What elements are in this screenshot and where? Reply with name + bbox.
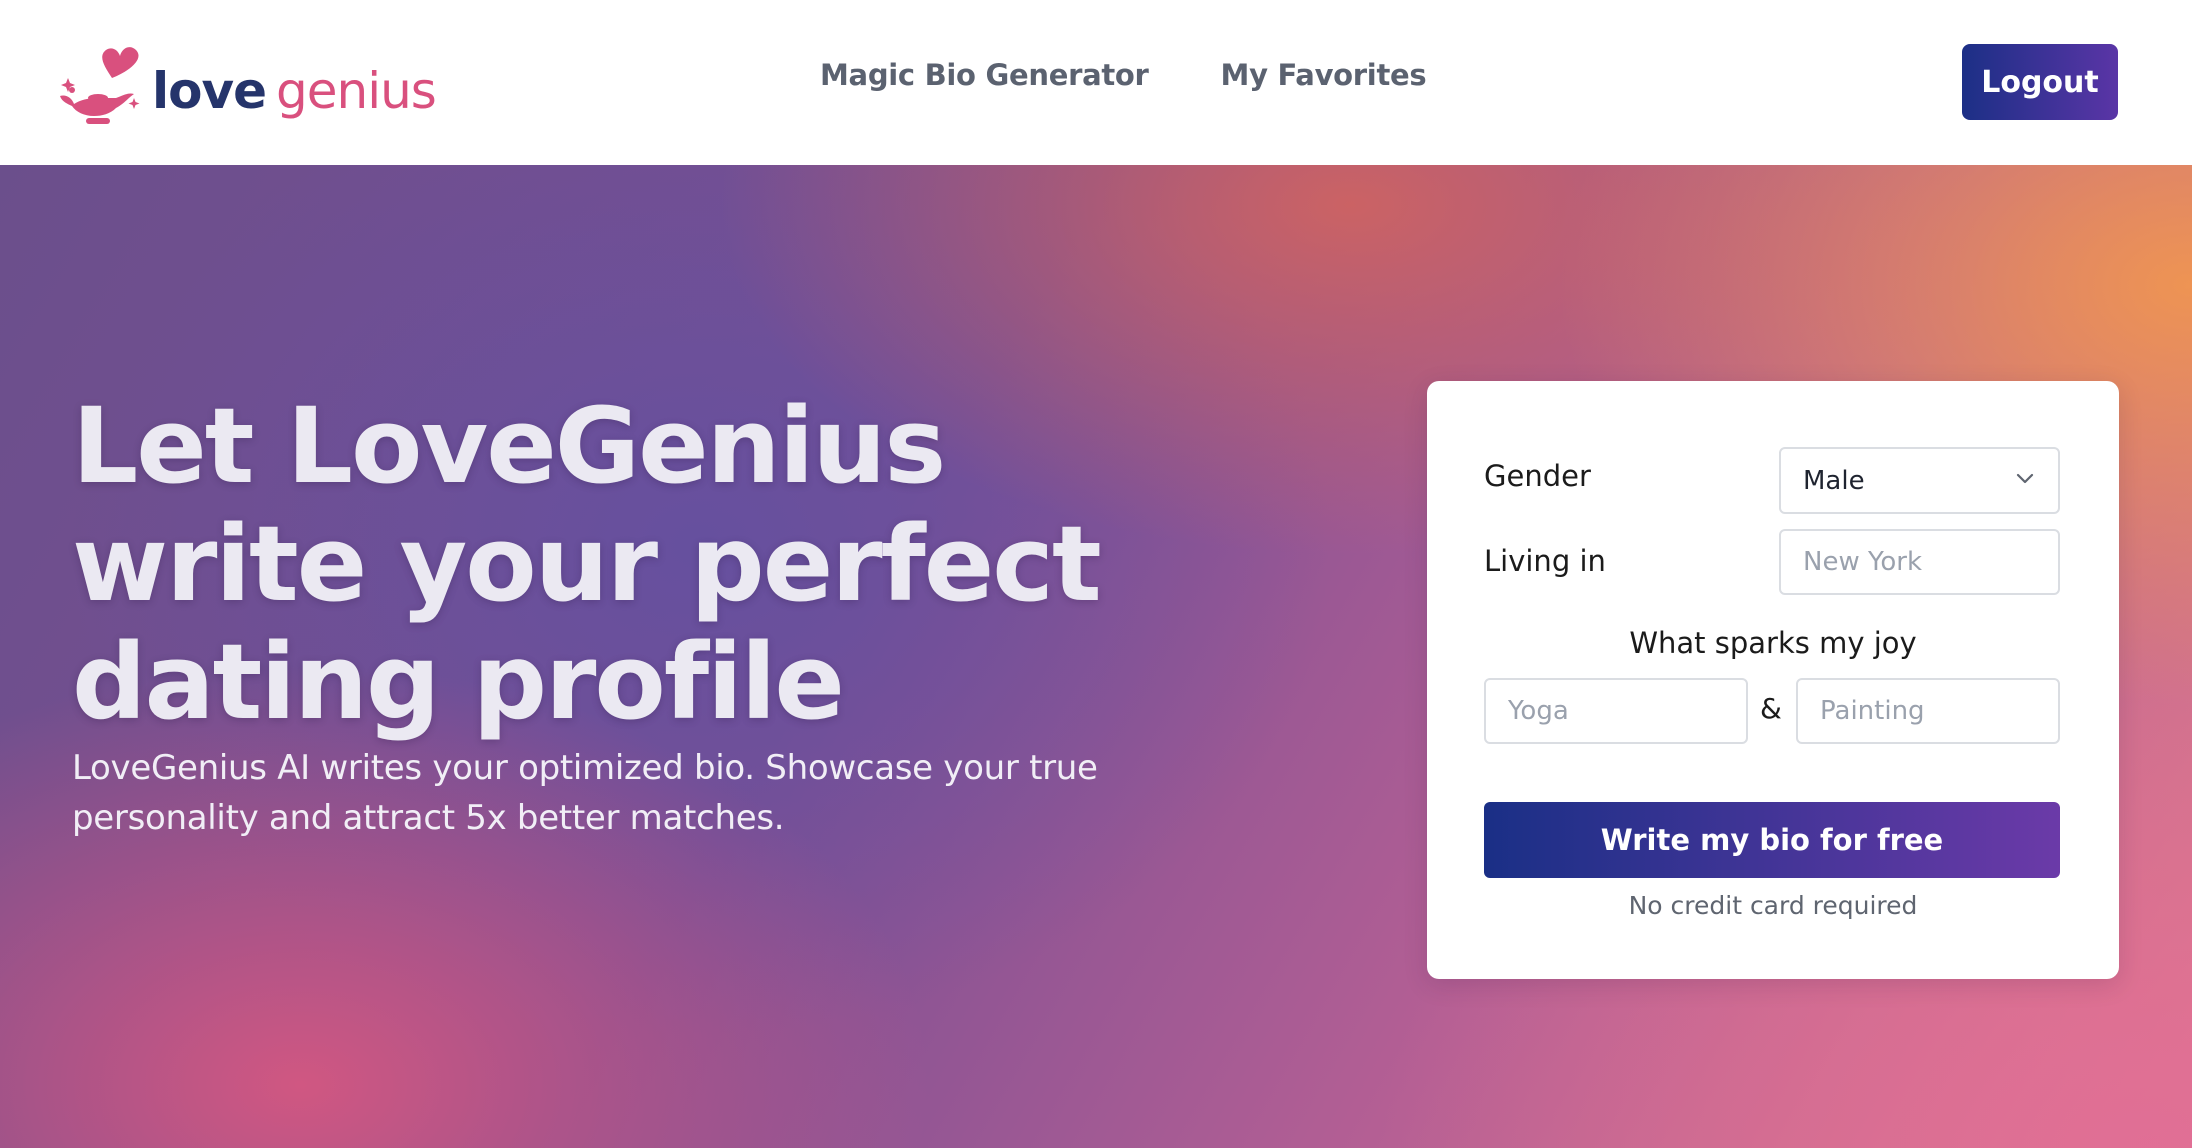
brand-name: love genius: [152, 66, 437, 116]
brand-name-love: love: [152, 62, 267, 120]
gender-label: Gender: [1484, 459, 1591, 493]
write-bio-button[interactable]: Write my bio for free: [1484, 802, 2060, 878]
top-header: love genius Magic Bio Generator My Favori…: [0, 0, 2192, 165]
logout-button[interactable]: Logout: [1962, 44, 2118, 120]
hero-title: Let LoveGenius write your perfect dating…: [72, 385, 1102, 743]
bio-form-card: Gender Male Living in What sparks my joy…: [1427, 381, 2119, 979]
joy-first-input[interactable]: [1484, 678, 1748, 744]
nav-magic-bio-generator[interactable]: Magic Bio Generator: [820, 58, 1149, 92]
joy-separator: &: [1760, 692, 1782, 725]
no-credit-card-note: No credit card required: [1628, 891, 1918, 920]
nav-my-favorites[interactable]: My Favorites: [1221, 58, 1427, 92]
chevron-down-icon: [2014, 466, 2036, 496]
joy-second-input[interactable]: [1796, 678, 2060, 744]
hero-subtitle: LoveGenius AI writes your optimized bio.…: [72, 748, 1098, 838]
joy-label: What sparks my joy: [1629, 626, 1917, 660]
gender-select[interactable]: Male: [1779, 447, 2060, 514]
living-in-label: Living in: [1484, 544, 1606, 578]
gender-selected-value: Male: [1803, 465, 1865, 496]
brand-logo[interactable]: love genius: [58, 38, 437, 130]
living-in-input[interactable]: [1779, 529, 2060, 595]
hero-section: Let LoveGenius write your perfect dating…: [0, 165, 2192, 1148]
brand-name-genius: genius: [276, 62, 437, 120]
main-nav: Magic Bio Generator My Favorites: [820, 58, 1427, 92]
genie-lamp-heart-icon: [58, 38, 146, 130]
